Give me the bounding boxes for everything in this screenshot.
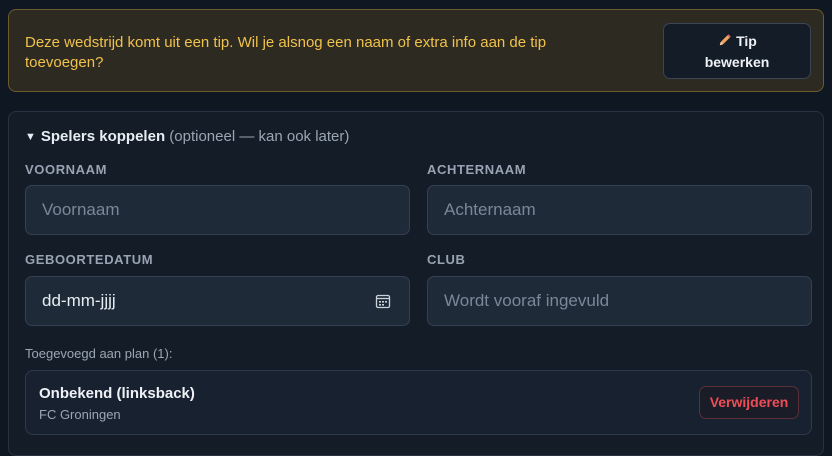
last-name-field[interactable]: [427, 185, 812, 235]
birthdate-field[interactable]: dd-mm-jjjj: [25, 276, 410, 326]
edit-tip-label-line2: bewerken: [704, 54, 770, 70]
players-panel: ▼ Spelers koppelen (optioneel — kan ook l…: [8, 111, 824, 456]
calendar-icon[interactable]: [375, 293, 391, 314]
birthdate-label: GEBOORTEDATUM: [25, 252, 154, 267]
tip-notice: Deze wedstrijd komt uit een tip. Wil je …: [8, 9, 824, 92]
players-summary-toggle[interactable]: ▼ Spelers koppelen (optioneel — kan ook l…: [25, 128, 349, 145]
remove-button[interactable]: Verwijderen: [699, 386, 799, 419]
list-item: Onbekend (linksback) FC Groningen Verwij…: [25, 370, 812, 435]
player-club: FC Groningen: [39, 407, 121, 422]
first-name-label: VOORNAAM: [25, 162, 108, 177]
club-input[interactable]: [428, 277, 811, 325]
tip-notice-text: Deze wedstrijd komt uit een tip. Wil je …: [25, 34, 547, 71]
triangle-down-icon: ▼: [25, 131, 36, 143]
last-name-input[interactable]: [428, 186, 811, 234]
player-name: Onbekend (linksback): [39, 385, 195, 402]
players-summary-title: Spelers koppelen: [40, 128, 166, 145]
players-summary-note: (optioneel — kan ook later): [169, 128, 350, 145]
club-label: CLUB: [427, 252, 466, 267]
edit-tip-button[interactable]: Tip bewerken: [663, 23, 811, 79]
birthdate-value: dd-mm-jjjj: [42, 291, 116, 310]
first-name-input[interactable]: [26, 186, 409, 234]
last-name-label: ACHTERNAAM: [427, 162, 527, 177]
club-field[interactable]: [427, 276, 812, 326]
pencil-icon: [717, 33, 732, 53]
first-name-field[interactable]: [25, 185, 410, 235]
added-to-plan-label: Toegevoegd aan plan (1):: [25, 346, 173, 361]
edit-tip-label-line1: Tip: [736, 33, 757, 49]
